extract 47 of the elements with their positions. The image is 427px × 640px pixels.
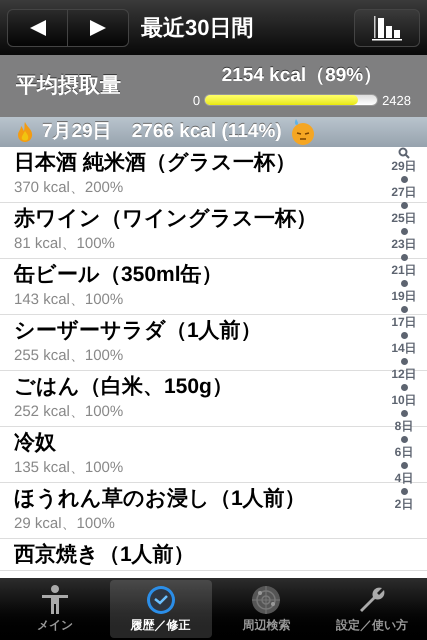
food-detail: 81 kcal、100% [14, 234, 116, 254]
food-name: 赤ワイン（ワイングラス一杯） [14, 206, 318, 232]
food-name: ごはん（白米、150g） [14, 374, 234, 400]
index-label[interactable]: 21日 [391, 263, 417, 278]
index-label[interactable]: 2日 [394, 497, 414, 512]
food-detail: 135 kcal、100% [14, 458, 124, 478]
chart-button[interactable] [354, 8, 420, 46]
tab[interactable]: 設定／使い方 [321, 580, 423, 638]
screen-title: 最近30日間 [141, 14, 254, 42]
food-name: 西京焼き（1人前） [14, 542, 196, 568]
food-name: シーザーサラダ（1人前） [14, 318, 263, 344]
tab[interactable]: 履歴／修正 [110, 580, 212, 638]
index-label[interactable]: 17日 [391, 315, 417, 330]
tab[interactable]: 周辺検索 [216, 580, 318, 638]
index-label[interactable]: 25日 [391, 211, 417, 226]
index-label[interactable]: 19日 [391, 289, 417, 304]
tab[interactable]: メイン [4, 580, 106, 638]
food-name: 缶ビール（350ml缶） [14, 262, 224, 288]
index-label[interactable]: 14日 [391, 341, 417, 356]
sweating-face-icon [290, 118, 316, 146]
flame-icon [16, 121, 34, 143]
summary-label: 平均摂取量 [16, 73, 122, 100]
food-detail: 255 kcal、100% [14, 346, 124, 366]
left-arrow-icon [28, 18, 48, 38]
day-total: 2766 kcal (114%) [132, 120, 282, 144]
scale-min: 0 [192, 92, 200, 110]
index-label[interactable]: 27日 [391, 185, 417, 200]
food-detail: 143 kcal、100% [14, 290, 124, 310]
radar-icon [250, 584, 282, 616]
index-label[interactable]: 23日 [391, 237, 417, 252]
bar-chart-icon [370, 14, 404, 42]
food-detail: 252 kcal、100% [14, 402, 124, 422]
index-label[interactable]: 6日 [394, 445, 414, 460]
index-label[interactable]: 4日 [394, 471, 414, 486]
food-row[interactable]: 西京焼き（1人前） [0, 539, 427, 571]
search-icon[interactable] [398, 147, 410, 159]
index-label[interactable]: 29日 [391, 159, 417, 174]
food-detail: 370 kcal、200% [14, 178, 124, 198]
food-name: 冷奴 [14, 430, 57, 456]
food-name: ほうれん草のお浸し（1人前） [14, 486, 307, 512]
food-name: 日本酒 純米酒（グラス一杯） [14, 150, 297, 176]
average-intake: 2154 kcal（89%） [222, 64, 382, 88]
index-label[interactable]: 10日 [391, 393, 417, 408]
day-date: 7月29日 [42, 120, 112, 144]
scale-max: 2428 [382, 92, 411, 110]
food-detail: 29 kcal、100% [14, 514, 116, 534]
right-arrow-icon [88, 18, 108, 38]
